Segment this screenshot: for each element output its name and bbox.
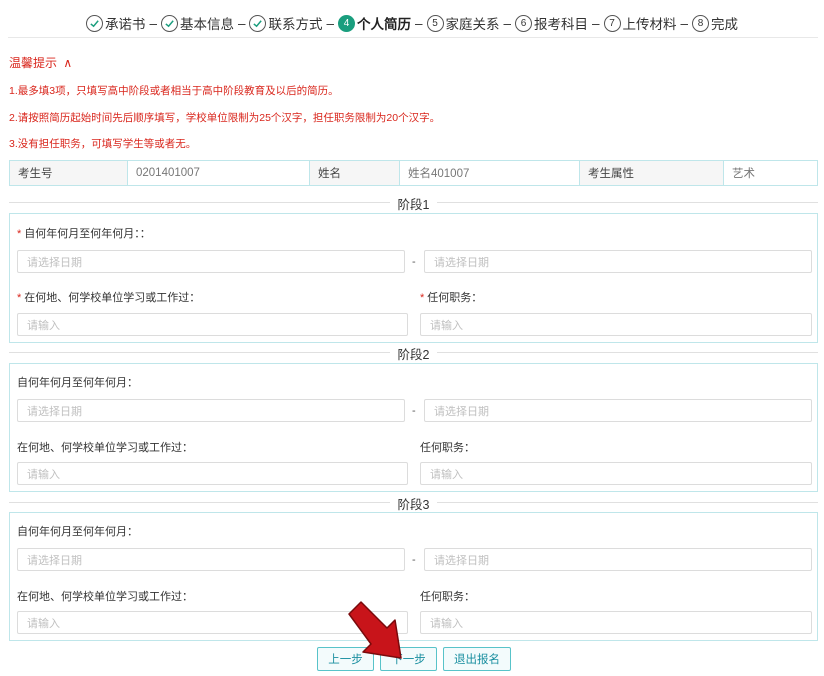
step-separator: – [326, 15, 334, 31]
step-label: 完成 [711, 17, 739, 32]
duty-input[interactable]: 请输入 [420, 611, 812, 634]
label-text: 任何职务： [427, 292, 483, 304]
date-range-label: * 自何年何月至何年何月：： [17, 225, 151, 241]
step-basic-info: 基本信息 [160, 13, 234, 33]
stepper-divider [8, 37, 818, 38]
check-circle-icon [249, 14, 267, 32]
step-upload: 7 上传材料 [603, 13, 677, 33]
duty-label: 任何职务： [420, 442, 475, 454]
tip-item-3: 3.没有担任职务，可填写学生等或者无。 [9, 138, 197, 150]
exit-registration-button[interactable]: 退出报名 [443, 647, 511, 671]
date-dash: - [412, 256, 416, 268]
start-date-picker[interactable]: 请选择日期 [17, 399, 405, 422]
step-family: 5 家庭关系 [426, 13, 500, 33]
name-value: 姓名401007 [400, 161, 580, 185]
start-date-picker[interactable]: 请选择日期 [17, 250, 405, 273]
duty-label: 任何职务： [420, 591, 475, 603]
stage-2-header: 阶段2 [9, 344, 818, 363]
step-separator: – [503, 15, 512, 31]
progress-stepper: 承诺书 – 基本信息 – 联系方式 – 4 个人简历 – 5 家庭关系 – 6 … [0, 10, 824, 36]
required-mark: * [17, 228, 22, 240]
required-mark: * [17, 292, 22, 304]
label-text: 自何年何月至何年何月：： [24, 228, 151, 240]
stage-1-header: 阶段1 [9, 194, 818, 213]
place-input[interactable]: 请输入 [17, 462, 408, 485]
name-label: 姓名 [310, 161, 400, 185]
step-label: 报考科目 [534, 17, 589, 32]
attr-value: 艺术 [732, 168, 755, 180]
step-finish: 8 完成 [692, 13, 738, 33]
step-promise: 承诺书 [85, 13, 146, 33]
step-number-5: 5 [426, 14, 444, 32]
tip-item-2: 2.请按照简历起始时间先后顺序填写，学校单位限制为25个汉字，担任职务限制为20… [9, 112, 441, 124]
step-subjects: 6 报考科目 [515, 13, 588, 33]
end-date-picker[interactable]: 请选择日期 [424, 399, 812, 422]
date-range-label: 自何年何月至何年何月： [17, 377, 138, 389]
step-separator: – [680, 15, 689, 31]
step-number-6: 6 [515, 14, 533, 32]
stage-3-header: 阶段3 [9, 494, 818, 513]
check-circle-icon [85, 14, 103, 32]
step-number-8: 8 [692, 14, 710, 32]
duty-input[interactable]: 请输入 [420, 462, 812, 485]
required-mark: * [420, 292, 425, 304]
tip-item-1: 1.最多填3项，只填写高中阶段或者相当于高中阶段教育及以后的简历。 [9, 85, 339, 97]
end-date-picker[interactable]: 请选择日期 [424, 250, 812, 273]
duty-input[interactable]: 请输入 [420, 313, 812, 336]
candidate-info-table: 考生号 0201401007 姓名 姓名401007 考生属性 艺术 [9, 160, 818, 186]
tips-toggle[interactable]: 温馨提示 ∧ [9, 54, 72, 71]
place-label: * 在何地、何学校单位学习或工作过： [17, 289, 200, 305]
stage-title: 阶段1 [389, 194, 438, 213]
exam-no-value: 0201401007 [128, 161, 310, 185]
check-circle-icon [160, 14, 178, 32]
stage-3-box: 自何年何月至何年何月： 请选择日期 - 请选择日期 在何地、何学校单位学习或工作… [9, 512, 818, 641]
chevron-up-icon: ∧ [63, 56, 73, 70]
place-input[interactable]: 请输入 [17, 313, 408, 336]
stage-title: 阶段2 [389, 344, 438, 363]
step-label: 基本信息 [179, 17, 234, 32]
step-resume: 4 个人简历 [337, 13, 411, 33]
stage-title: 阶段3 [389, 494, 438, 513]
tips-title: 温馨提示 [9, 56, 58, 70]
arrow-down-right-icon [348, 601, 402, 659]
date-dash: - [412, 554, 416, 566]
step-label: 个人简历 [356, 17, 411, 32]
step-label: 上传材料 [622, 17, 677, 32]
step-separator: – [414, 15, 423, 31]
step-separator: – [237, 15, 246, 31]
place-label: 在何地、何学校单位学习或工作过： [17, 591, 193, 603]
date-range-label: 自何年何月至何年何月： [17, 526, 138, 538]
start-date-picker[interactable]: 请选择日期 [17, 548, 405, 571]
step-label: 承诺书 [104, 17, 146, 32]
date-dash: - [412, 405, 416, 417]
step-number-7: 7 [603, 14, 621, 32]
step-contact: 联系方式 [249, 13, 322, 33]
step-separator: – [149, 15, 157, 31]
step-number-4: 4 [337, 14, 355, 32]
place-label: 在何地、何学校单位学习或工作过： [17, 442, 193, 454]
step-label: 家庭关系 [445, 17, 500, 32]
exam-no-label: 考生号 [10, 161, 128, 185]
stage-1-box: * 自何年何月至何年何月：： 请选择日期 - 请选择日期 * 在何地、何学校单位学习… [9, 213, 818, 343]
end-date-picker[interactable]: 请选择日期 [424, 548, 812, 571]
stage-2-box: 自何年何月至何年何月： 请选择日期 - 请选择日期 在何地、何学校单位学习或工作… [9, 363, 818, 492]
attr-label: 考生属性 [580, 161, 724, 185]
step-separator: – [592, 15, 600, 31]
label-text: 在何地、何学校单位学习或工作过： [24, 292, 201, 304]
duty-label: * 任何职务： [420, 289, 482, 305]
step-label: 联系方式 [268, 17, 323, 32]
